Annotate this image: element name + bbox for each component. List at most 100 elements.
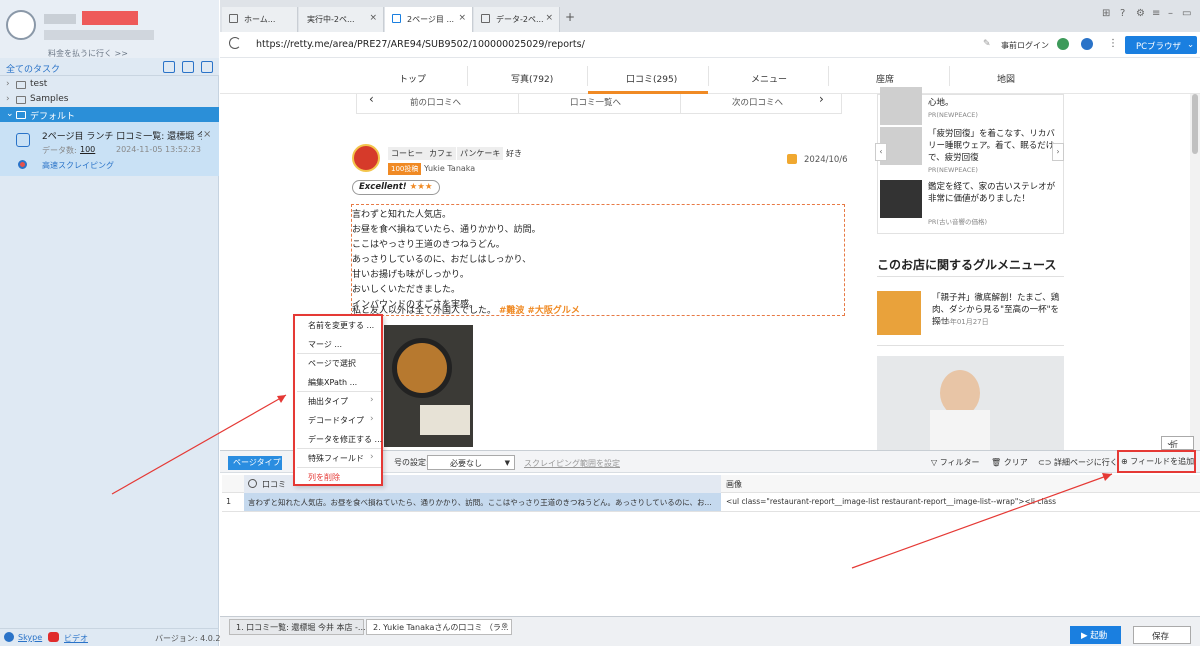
page-type-button[interactable]: ページタイプ: [228, 456, 282, 470]
youtube-icon[interactable]: [48, 632, 59, 642]
run-button[interactable]: ▶ 起動: [1070, 626, 1121, 644]
next-review-button[interactable]: 次の口コミへ: [682, 94, 812, 114]
table-cell[interactable]: <ul class="restaurant-report__image-list…: [726, 497, 1056, 506]
extension-icon[interactable]: [1057, 38, 1069, 50]
chevron-left-icon[interactable]: ‹: [875, 143, 887, 161]
ad-image[interactable]: [880, 180, 922, 218]
collapse-button[interactable]: ⌄ 折る: [1161, 436, 1194, 460]
pc-browser-button[interactable]: PCブラウザ ⌄: [1125, 36, 1197, 54]
tree-item-samples[interactable]: › Samples: [0, 92, 219, 107]
reviewer-name[interactable]: Yukie Tanaka: [424, 164, 475, 173]
tree-item-default[interactable]: ⌄ デフォルト: [0, 107, 219, 122]
tab-page2[interactable]: 2ページ目 ... ×: [385, 7, 473, 32]
column-header-image[interactable]: 画像: [726, 479, 742, 490]
nav-menu[interactable]: メニュー: [751, 72, 787, 85]
task-title[interactable]: 2ページ目 ランチ 口コミ一覧: 還標堀 今井...: [42, 129, 202, 142]
nav-photos[interactable]: 写真(792): [511, 72, 553, 85]
ad-image[interactable]: [880, 87, 922, 125]
skype-icon[interactable]: [4, 632, 14, 642]
chevron-right-icon: ›: [370, 414, 374, 424]
tab-home[interactable]: ホーム...: [222, 7, 298, 32]
pc-browser-label: PCブラウザ: [1136, 42, 1182, 52]
save-button[interactable]: 保存: [1133, 626, 1191, 644]
all-tasks-label[interactable]: 全てのタスク: [6, 62, 60, 75]
menu-item-select-in-page[interactable]: ページで選択: [308, 358, 356, 369]
reload-icon[interactable]: [229, 37, 241, 49]
nav-reviews[interactable]: 口コミ(295): [626, 72, 677, 85]
settings-label: 号の設定:: [394, 458, 429, 467]
close-icon[interactable]: ×: [203, 129, 211, 140]
ad-text[interactable]: 心地。: [928, 97, 1063, 109]
menu-item-delete-column[interactable]: 列を削除: [308, 472, 340, 483]
nav-seats[interactable]: 座席: [876, 72, 894, 85]
nav-top[interactable]: トップ: [399, 72, 426, 85]
move-icon[interactable]: [248, 479, 257, 488]
more-icon[interactable]: ⋮: [1108, 38, 1118, 49]
nav-map[interactable]: 地図: [997, 72, 1015, 85]
chevron-left-icon[interactable]: ‹: [369, 92, 374, 106]
tab-label: データ-2ペ...: [496, 15, 544, 24]
scrollbar-thumb[interactable]: [1192, 94, 1198, 154]
menu-item-edit-xpath[interactable]: 編集XPath ...: [308, 377, 357, 388]
table-cell[interactable]: 言わずと知れた人気店。お昼を食べ損ねていたら、通りかかり、訪問。ここはやっさり王…: [244, 493, 721, 511]
tab-running[interactable]: 実行中-2ペ... ×: [299, 7, 384, 32]
add-field-button[interactable]: ⊕ フィールドを追加: [1121, 456, 1194, 467]
column-header-label: 口コミ: [262, 480, 286, 489]
close-icon[interactable]: ×: [369, 13, 377, 23]
edit-icon[interactable]: ✎: [983, 39, 991, 49]
udon-bowl: [392, 338, 452, 398]
step-tab-1[interactable]: 1. 口コミ一覧: 還標堀 今井 本店 -...: [229, 619, 366, 635]
menu-item-modify-data[interactable]: データを修正する ...: [308, 434, 382, 445]
menu-item-merge[interactable]: マージ ...: [308, 339, 342, 350]
trash-icon: 🗑: [991, 458, 1002, 467]
menu-item-extract-type[interactable]: 抽出タイプ: [308, 396, 348, 407]
minimize-icon[interactable]: –: [1168, 8, 1173, 19]
menu-item-decode-type[interactable]: デコードタイプ: [308, 415, 364, 426]
ad-pr: PR(NEWPEACE): [928, 166, 978, 174]
tab-data[interactable]: データ-2ペ... ×: [474, 7, 560, 32]
import-icon[interactable]: [163, 61, 175, 73]
skype-link[interactable]: Skype: [18, 633, 42, 642]
menu-icon[interactable]: ≡: [1152, 8, 1160, 19]
hashtag-link[interactable]: #難波: [499, 306, 525, 316]
reviewer-avatar[interactable]: [352, 144, 380, 172]
ad-pr: PR(古い音響の価格): [928, 218, 988, 226]
step-tab-2[interactable]: 2. Yukie Tanakaさんの口コミ （ラ... ⊗: [366, 619, 512, 635]
url-field[interactable]: https://retty.me/area/PRE27/ARE94/SUB950…: [256, 39, 585, 50]
avatar[interactable]: [6, 10, 36, 40]
news-image[interactable]: [877, 291, 921, 335]
prev-review-button[interactable]: 前の口コミへ: [386, 94, 516, 114]
new-task-icon[interactable]: [182, 61, 194, 73]
chevron-right-icon[interactable]: ›: [1052, 143, 1064, 161]
video-link[interactable]: ビデオ: [64, 633, 88, 644]
gift-icon[interactable]: ⊞: [1102, 8, 1110, 19]
new-tab-icon[interactable]: +: [565, 10, 575, 24]
goto-detail-button[interactable]: ⊂⊃ 詳細ページに行く: [1038, 457, 1118, 468]
set-range-link[interactable]: スクレイピング範囲を設定: [524, 458, 620, 469]
menu-item-rename[interactable]: 名前を変更する ...: [308, 320, 374, 331]
ad-text[interactable]: 鑑定を経て、家の古いステレオが非常に価値がありました！: [928, 181, 1063, 205]
ad-text[interactable]: 「疲労回復」を着こなす、リカバリー睡眠ウェア。着て、眠るだけで、疲労回復: [928, 128, 1063, 164]
review-tag[interactable]: カフェ: [426, 147, 456, 160]
review-list-button[interactable]: 口コミ一覧へ: [520, 94, 680, 114]
export-icon[interactable]: [201, 61, 213, 73]
hashtag-link[interactable]: #大阪グルメ: [527, 306, 580, 316]
tree-item-test[interactable]: › test: [0, 77, 219, 92]
clear-button[interactable]: 🗑 クリア: [991, 457, 1028, 468]
chevron-right-icon[interactable]: ›: [819, 92, 824, 106]
close-icon[interactable]: ×: [545, 13, 553, 23]
menu-item-special-field[interactable]: 特殊フィールド: [308, 453, 364, 464]
user-icon[interactable]: [1081, 38, 1093, 50]
data-count-link[interactable]: 100: [80, 145, 95, 154]
settings-icon[interactable]: ⚙: [1136, 8, 1145, 19]
row-number: 1: [226, 497, 232, 506]
review-tag[interactable]: コーヒー: [388, 147, 426, 160]
help-icon[interactable]: ?: [1120, 8, 1125, 19]
filter-button[interactable]: ▽ フィルター: [931, 457, 980, 468]
pre-login-button[interactable]: 事前ログイン: [1001, 40, 1049, 51]
close-icon[interactable]: ×: [458, 13, 466, 23]
settings-select[interactable]: 必要なし ▼: [427, 455, 515, 470]
maximize-icon[interactable]: ▭: [1182, 8, 1191, 19]
close-icon[interactable]: ⊗: [501, 621, 508, 630]
review-tag[interactable]: パンケーキ: [457, 147, 504, 160]
